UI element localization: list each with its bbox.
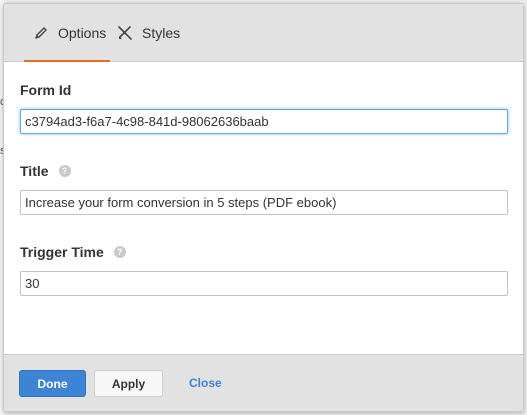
brush-icon — [117, 25, 133, 41]
tab-options[interactable]: Options — [24, 4, 110, 63]
title-input[interactable] — [20, 190, 508, 215]
apply-button[interactable]: Apply — [94, 370, 163, 397]
title-label: Title ? — [20, 163, 71, 179]
help-icon[interactable]: ? — [58, 165, 71, 177]
help-icon[interactable]: ? — [113, 246, 126, 258]
tab-bar: Options Styles — [4, 4, 523, 63]
pencil-icon — [33, 25, 49, 41]
tab-styles[interactable]: Styles — [117, 4, 180, 62]
settings-dialog: Options Styles Form Id Title ? Trigger — [3, 3, 524, 412]
tab-styles-label: Styles — [142, 25, 181, 41]
dialog-footer: Done Apply Close — [4, 354, 523, 411]
tab-options-label: Options — [58, 25, 107, 41]
form-id-label-text: Form Id — [20, 82, 72, 98]
trigger-time-label-text: Trigger Time — [20, 244, 104, 260]
form-id-label: Form Id — [20, 82, 71, 98]
trigger-time-label: Trigger Time ? — [20, 244, 126, 260]
options-panel: Form Id Title ? Trigger Time ? — [4, 62, 523, 356]
close-link[interactable]: Close — [189, 376, 222, 390]
done-button[interactable]: Done — [19, 370, 86, 397]
title-label-text: Title — [20, 163, 49, 179]
form-id-input[interactable] — [20, 109, 508, 134]
trigger-time-input[interactable] — [20, 271, 508, 296]
